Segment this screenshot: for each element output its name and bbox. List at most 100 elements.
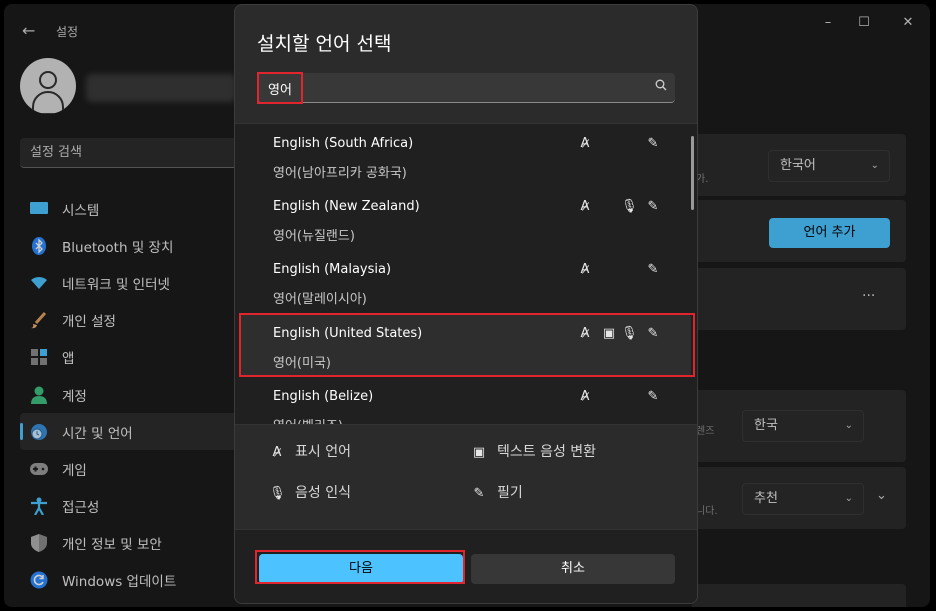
display-language-icon: A̷ xyxy=(580,136,590,151)
legend-tts: ▣ 텍스트 음성 변환 xyxy=(471,441,596,461)
display-language-icon: A̷ xyxy=(580,262,590,277)
language-name: English (South Africa) xyxy=(273,136,414,151)
add-language-button[interactable]: 언어 추가 xyxy=(769,218,890,248)
sidebar-item-accessibility[interactable]: 접근성 xyxy=(20,488,242,525)
next-highlight-box xyxy=(255,550,465,584)
legend-label: 표시 언어 xyxy=(295,444,351,460)
selection-highlight-box xyxy=(239,313,695,377)
window-title: 설정 xyxy=(56,25,79,39)
sidebar-item-privacy[interactable]: 개인 정보 및 보안 xyxy=(20,525,242,562)
list-item[interactable]: English (New Zealand) 영어(뉴질랜드) A̷ 🎙︎ ✎ xyxy=(235,187,697,250)
handwriting-icon: ✎ xyxy=(647,262,659,277)
display-language-icon: A̷ xyxy=(272,445,282,460)
cancel-button[interactable]: 취소 xyxy=(471,554,675,584)
language-list[interactable]: English (South Africa) 영어(남아프리카 공화국) A̷ … xyxy=(235,123,697,425)
chevron-down-icon: ⌄ xyxy=(844,493,853,504)
legend-speech: 🎙︎ 음성 인식 xyxy=(269,482,351,502)
sidebar-item-label: Bluetooth 및 장치 xyxy=(62,239,174,256)
gamepad-icon xyxy=(30,460,48,478)
shield-icon xyxy=(30,534,48,553)
language-native-name: 영어(벨리즈) xyxy=(273,415,343,424)
sidebar-item-label: 시간 및 언어 xyxy=(62,425,133,442)
redacted-account-name xyxy=(86,74,236,102)
language-name: English (Malaysia) xyxy=(273,262,392,277)
more-options-button[interactable]: ··· xyxy=(862,288,875,304)
microphone-icon: 🎙︎ xyxy=(269,486,286,501)
accessibility-icon xyxy=(30,497,48,516)
avatar-head-icon xyxy=(39,71,57,89)
ghost-text: 렌즈 xyxy=(696,426,715,437)
close-button[interactable]: ✕ xyxy=(898,13,918,33)
related-settings-card xyxy=(692,584,906,607)
regional-format-value: 추천 xyxy=(754,491,778,506)
choose-language-dialog: 설치할 언어 선택 영어 English (South Africa) 영어(남… xyxy=(234,4,698,604)
chevron-down-icon: ⌄ xyxy=(844,420,853,431)
sidebar-item-label: 개인 설정 xyxy=(62,314,116,331)
handwriting-icon: ✎ xyxy=(473,486,485,501)
sidebar-item-windows-update[interactable]: Windows 업데이트 xyxy=(20,562,242,599)
display-language-select[interactable]: 한국어 ⌄ xyxy=(768,150,890,182)
arrow-left-icon[interactable]: ← xyxy=(22,21,35,40)
bluetooth-icon xyxy=(30,236,48,255)
ghost-text: 니다. xyxy=(696,506,718,517)
text-to-speech-icon: ▣ xyxy=(472,445,486,460)
list-item[interactable]: English (Belize) 영어(벨리즈) A̷ ✎ xyxy=(235,377,697,424)
sidebar-item-label: 개인 정보 및 보안 xyxy=(62,537,162,554)
display-language-value: 한국어 xyxy=(780,158,816,173)
dialog-footer: 다음 취소 xyxy=(235,529,697,603)
sidebar-item-apps[interactable]: 앱 xyxy=(20,339,242,376)
language-name: English (New Zealand) xyxy=(273,199,420,214)
sidebar-item-label: Windows 업데이트 xyxy=(62,574,177,591)
settings-search-input[interactable]: 설정 검색 xyxy=(20,138,240,168)
globe-clock-icon xyxy=(30,423,48,441)
handwriting-icon: ✎ xyxy=(647,136,659,151)
avatar-body-icon xyxy=(32,91,64,114)
list-item[interactable]: English (Malaysia) 영어(말레이시아) A̷ ✎ xyxy=(235,250,697,313)
legend-label: 필기 xyxy=(497,485,523,501)
display-language-icon: A̷ xyxy=(580,389,590,404)
sidebar-item-label: 시스템 xyxy=(62,202,100,219)
minimize-button[interactable]: – xyxy=(818,13,838,33)
sidebar-item-gaming[interactable]: 게임 xyxy=(20,450,242,487)
sidebar-item-label: 게임 xyxy=(62,462,87,479)
sidebar-item-time-language[interactable]: 시간 및 언어 xyxy=(20,413,242,451)
handwriting-icon: ✎ xyxy=(647,389,659,404)
brush-icon xyxy=(30,311,48,329)
region-select[interactable]: 한국 ⌄ xyxy=(742,410,864,442)
sidebar-item-accounts[interactable]: 계정 xyxy=(20,376,242,413)
wifi-icon xyxy=(30,274,48,292)
search-icon[interactable] xyxy=(655,79,667,94)
language-native-name: 영어(뉴질랜드) xyxy=(273,229,355,244)
language-name: English (Belize) xyxy=(273,389,374,404)
expand-chevron-icon[interactable]: ⌄ xyxy=(876,488,887,503)
legend-label: 음성 인식 xyxy=(295,485,351,501)
legend-display-language: A̷ 표시 언어 xyxy=(269,441,351,461)
language-native-name: 영어(남아프리카 공화국) xyxy=(273,166,407,181)
sidebar-item-system[interactable]: 시스템 xyxy=(20,190,242,227)
account-icon xyxy=(30,386,48,404)
sidebar-item-label: 앱 xyxy=(62,351,75,368)
microphone-icon: 🎙︎ xyxy=(621,199,638,214)
sidebar-nav: 시스템 Bluetooth 및 장치 네트워크 및 인터넷 개인 설정 앱 계정… xyxy=(20,190,242,599)
region-value: 한국 xyxy=(754,418,778,433)
handwriting-icon: ✎ xyxy=(647,199,659,214)
search-highlight-box xyxy=(257,72,303,104)
language-native-name: 영어(말레이시아) xyxy=(273,292,367,307)
avatar[interactable] xyxy=(20,58,76,114)
chevron-down-icon: ⌄ xyxy=(870,160,879,171)
legend-label: 텍스트 음성 변환 xyxy=(497,444,597,460)
update-icon xyxy=(30,571,48,589)
maximize-button[interactable]: ☐ xyxy=(854,13,874,33)
list-item[interactable]: English (South Africa) 영어(남아프리카 공화국) A̷ … xyxy=(235,124,697,187)
dialog-title: 설치할 언어 선택 xyxy=(257,33,392,55)
regional-format-select[interactable]: 추천 ⌄ xyxy=(742,483,864,515)
sidebar-item-bluetooth[interactable]: Bluetooth 및 장치 xyxy=(20,227,242,264)
apps-icon xyxy=(30,348,48,366)
language-search-input[interactable]: 영어 xyxy=(257,73,675,103)
list-scrollbar[interactable] xyxy=(691,136,694,210)
sidebar-item-label: 접근성 xyxy=(62,500,100,517)
sidebar-item-personalization[interactable]: 개인 설정 xyxy=(20,302,242,339)
sidebar-item-label: 계정 xyxy=(62,388,87,405)
sidebar-item-network[interactable]: 네트워크 및 인터넷 xyxy=(20,264,242,301)
display-language-icon: A̷ xyxy=(580,199,590,214)
